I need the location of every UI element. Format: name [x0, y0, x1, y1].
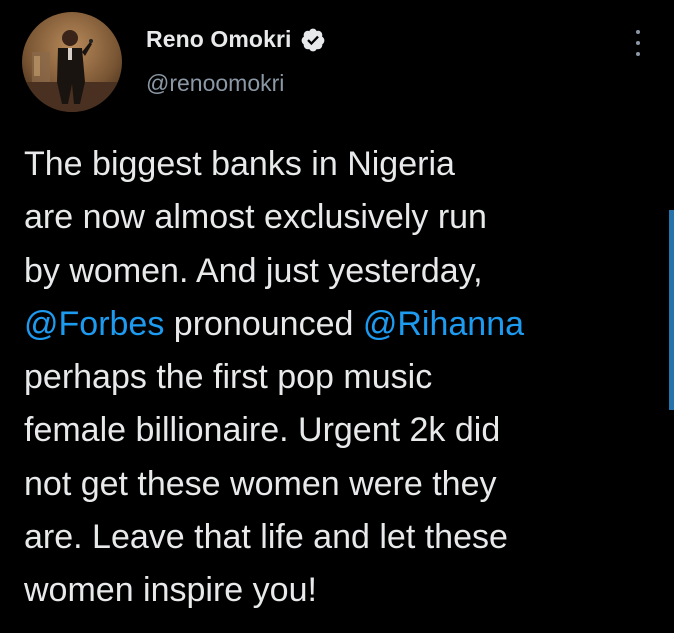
mention-link-forbes[interactable]: @Forbes: [24, 305, 164, 343]
tweet-text-segment: The biggest banks in Nigeria are now alm…: [24, 145, 487, 290]
more-dot: [636, 41, 640, 45]
tweet-text-segment: pronounced: [164, 304, 363, 343]
more-dot: [636, 52, 640, 56]
author-name-row: Reno Omokri: [146, 26, 326, 53]
verified-badge-icon: [300, 27, 326, 53]
more-options-icon[interactable]: [632, 30, 644, 56]
more-dot: [636, 30, 640, 34]
mention-link-rihanna[interactable]: @Rihanna: [363, 305, 524, 343]
tweet-text: The biggest banks in Nigeria are now alm…: [24, 138, 634, 618]
tweet-card: Reno Omokri @renoomokri The biggest bank…: [0, 0, 674, 633]
avatar[interactable]: [22, 12, 122, 112]
author-display-name[interactable]: Reno Omokri: [146, 26, 292, 53]
tweet-text-segment: perhaps the first pop music female billi…: [24, 358, 508, 610]
author-handle[interactable]: @renoomokri: [146, 70, 284, 97]
scrollbar[interactable]: [669, 210, 674, 410]
